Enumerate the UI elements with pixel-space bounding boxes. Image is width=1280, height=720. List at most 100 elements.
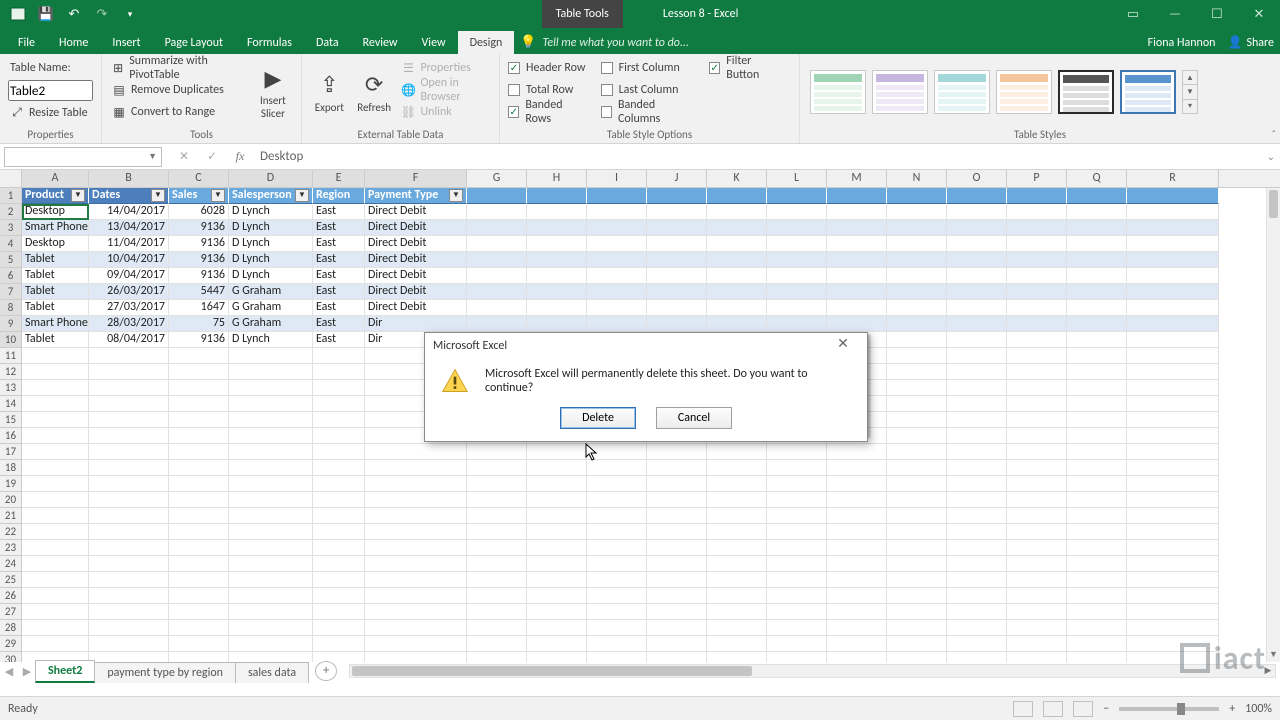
empty-cell[interactable] [527,588,587,604]
empty-cell[interactable] [89,428,169,444]
empty-cell[interactable] [887,460,947,476]
empty-cell[interactable] [827,460,887,476]
empty-cell[interactable] [467,284,527,300]
empty-cell[interactable] [169,556,229,572]
empty-cell[interactable] [527,572,587,588]
filter-dropdown-icon[interactable]: ▼ [295,189,309,202]
data-cell[interactable]: Direct Debit [365,268,467,284]
page-break-view-button[interactable] [1073,701,1093,717]
data-cell[interactable]: Direct Debit [365,284,467,300]
column-header[interactable]: N [887,170,947,187]
empty-cell[interactable] [947,380,1007,396]
tab-design[interactable]: Design [458,31,515,54]
empty-cell[interactable] [887,204,947,220]
empty-cell[interactable] [1127,300,1219,316]
empty-cell[interactable] [22,556,89,572]
empty-cell[interactable] [1067,380,1127,396]
row-header[interactable]: 4 [0,236,21,252]
empty-cell[interactable] [22,444,89,460]
column-header[interactable]: Q [1067,170,1127,187]
empty-cell[interactable] [887,380,947,396]
empty-cell[interactable] [767,652,827,662]
empty-cell[interactable] [313,620,365,636]
empty-cell[interactable] [89,572,169,588]
empty-cell[interactable] [1067,316,1127,332]
enter-formula-button[interactable]: ✓ [198,147,226,167]
empty-cell[interactable] [887,364,947,380]
tab-file[interactable]: File [6,31,47,54]
empty-cell[interactable] [887,268,947,284]
empty-cell[interactable] [1127,604,1219,620]
empty-cell[interactable] [229,412,313,428]
empty-cell[interactable] [827,620,887,636]
empty-cell[interactable] [887,444,947,460]
empty-cell[interactable] [1127,236,1219,252]
empty-cell[interactable] [1127,428,1219,444]
empty-cell[interactable] [22,604,89,620]
data-cell[interactable]: Dir [365,316,467,332]
empty-cell[interactable] [365,460,467,476]
empty-cell[interactable] [707,188,767,204]
collapse-ribbon-button[interactable]: ˆ [1272,128,1276,141]
empty-cell[interactable] [527,492,587,508]
empty-cell[interactable] [587,588,647,604]
empty-cell[interactable] [527,604,587,620]
data-cell[interactable]: 9136 [169,220,229,236]
empty-cell[interactable] [767,444,827,460]
style-swatch[interactable] [934,70,990,114]
banded-rows-checkbox[interactable]: Banded Rows [508,102,595,122]
empty-cell[interactable] [22,364,89,380]
column-header[interactable]: B [89,170,169,187]
zoom-slider[interactable] [1119,707,1219,711]
export-button[interactable]: ⇪Export [310,58,349,126]
empty-cell[interactable] [527,540,587,556]
data-cell[interactable]: D Lynch [229,204,313,220]
expand-formula-bar-button[interactable]: ⌄ [1262,150,1280,163]
empty-cell[interactable] [947,396,1007,412]
empty-cell[interactable] [647,604,707,620]
empty-cell[interactable] [767,508,827,524]
empty-cell[interactable] [169,476,229,492]
column-header[interactable]: R [1127,170,1219,187]
data-cell[interactable]: East [313,284,365,300]
empty-cell[interactable] [313,588,365,604]
empty-cell[interactable] [887,540,947,556]
normal-view-button[interactable] [1013,701,1033,717]
empty-cell[interactable] [767,604,827,620]
empty-cell[interactable] [1007,508,1067,524]
empty-cell[interactable] [887,396,947,412]
empty-cell[interactable] [587,476,647,492]
empty-cell[interactable] [887,316,947,332]
empty-cell[interactable] [1127,316,1219,332]
empty-cell[interactable] [587,204,647,220]
zoom-level[interactable]: 100% [1245,702,1272,716]
empty-cell[interactable] [313,636,365,652]
empty-cell[interactable] [947,460,1007,476]
empty-cell[interactable] [527,508,587,524]
empty-cell[interactable] [229,620,313,636]
empty-cell[interactable] [647,460,707,476]
empty-cell[interactable] [22,588,89,604]
empty-cell[interactable] [169,572,229,588]
empty-cell[interactable] [313,412,365,428]
total-row-checkbox[interactable]: Total Row [508,80,595,100]
filter-dropdown-icon[interactable]: ▼ [151,189,165,202]
empty-cell[interactable] [89,444,169,460]
dialog-close-button[interactable]: ✕ [827,335,859,357]
empty-cell[interactable] [467,492,527,508]
data-cell[interactable]: Desktop [22,236,89,252]
sheet-tab[interactable]: payment type by region [94,662,236,683]
column-header[interactable]: O [947,170,1007,187]
empty-cell[interactable] [587,652,647,662]
empty-cell[interactable] [467,524,527,540]
empty-cell[interactable] [527,268,587,284]
data-cell[interactable]: Smart Phone [22,220,89,236]
dialog-delete-button[interactable]: Delete [560,407,636,429]
empty-cell[interactable] [767,204,827,220]
empty-cell[interactable] [707,556,767,572]
empty-cell[interactable] [527,524,587,540]
empty-cell[interactable] [313,492,365,508]
empty-cell[interactable] [887,428,947,444]
empty-cell[interactable] [1127,524,1219,540]
column-header[interactable]: J [647,170,707,187]
